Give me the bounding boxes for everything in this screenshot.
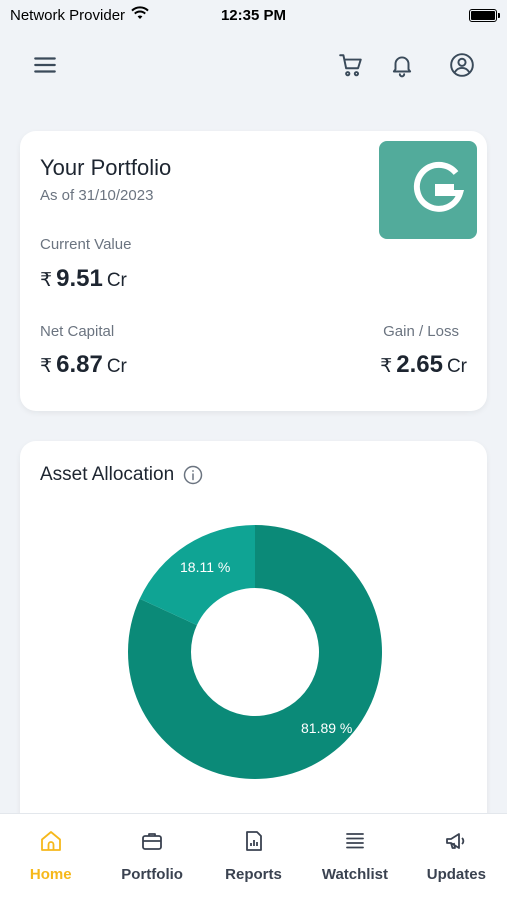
menu-icon[interactable] [30,50,60,80]
allocation-donut-chart: 81.89 % 18.11 % [127,524,383,780]
cart-icon[interactable] [336,50,366,80]
list-icon [343,829,367,858]
wifi-icon [131,6,149,24]
tab-updates[interactable]: Updates [406,814,507,900]
top-nav [0,46,507,86]
bottom-tab-bar: Home Portfolio Reports Watchlist Updates [0,813,507,900]
gain-loss-number: 2.65 [396,351,443,378]
megaphone-icon [444,829,468,858]
tab-watchlist[interactable]: Watchlist [304,814,405,900]
net-capital-unit: Cr [106,356,127,377]
rupee-symbol: ₹ [380,356,393,377]
status-bar: Network Provider 12:35 PM [0,0,507,30]
tab-portfolio[interactable]: Portfolio [101,814,202,900]
portfolio-date: As of 31/10/2023 [40,187,154,204]
slice-label-main: 81.89 % [301,720,353,736]
net-capital-amount: ₹ 6.87 Cr [40,351,127,379]
info-icon[interactable] [183,465,203,485]
donut-svg [127,525,382,779]
battery-icon [469,8,500,22]
asset-allocation-header: Asset Allocation [40,464,203,486]
brand-logo [379,141,477,239]
rupee-symbol: ₹ [40,356,53,377]
rupee-symbol: ₹ [40,270,53,291]
tab-label: Reports [225,866,282,883]
current-value-number: 9.51 [56,265,103,292]
report-icon [242,829,266,858]
bell-icon[interactable] [387,50,417,80]
profile-icon[interactable] [447,50,477,80]
briefcase-icon [140,829,164,858]
tab-label: Home [29,866,72,883]
asset-allocation-card: Asset Allocation 81.89 % 18.11 % [20,441,487,841]
portfolio-title: Your Portfolio [40,155,172,180]
current-value-unit: Cr [106,270,127,291]
carrier-name: Network Provider [10,6,126,24]
gain-loss-label: Gain / Loss [383,323,459,340]
net-capital-number: 6.87 [56,351,103,378]
tab-home[interactable]: Home [0,814,101,900]
asset-allocation-title: Asset Allocation [40,464,175,485]
tab-reports[interactable]: Reports [203,814,304,900]
current-value-label: Current Value [40,236,132,253]
net-capital-label: Net Capital [40,323,115,340]
portfolio-card: Your Portfolio As of 31/10/2023 Current … [20,131,487,411]
slice-label-minor: 18.11 % [180,559,231,575]
tab-label: Watchlist [321,866,388,883]
tab-label: Updates [426,866,486,883]
tab-label: Portfolio [121,866,183,883]
gain-loss-unit: Cr [446,356,467,377]
home-icon [39,829,63,858]
status-left: Network Provider [10,6,149,24]
current-value-amount: ₹ 9.51 Cr [40,265,127,293]
gain-loss-amount: ₹ 2.65 Cr [380,351,467,379]
